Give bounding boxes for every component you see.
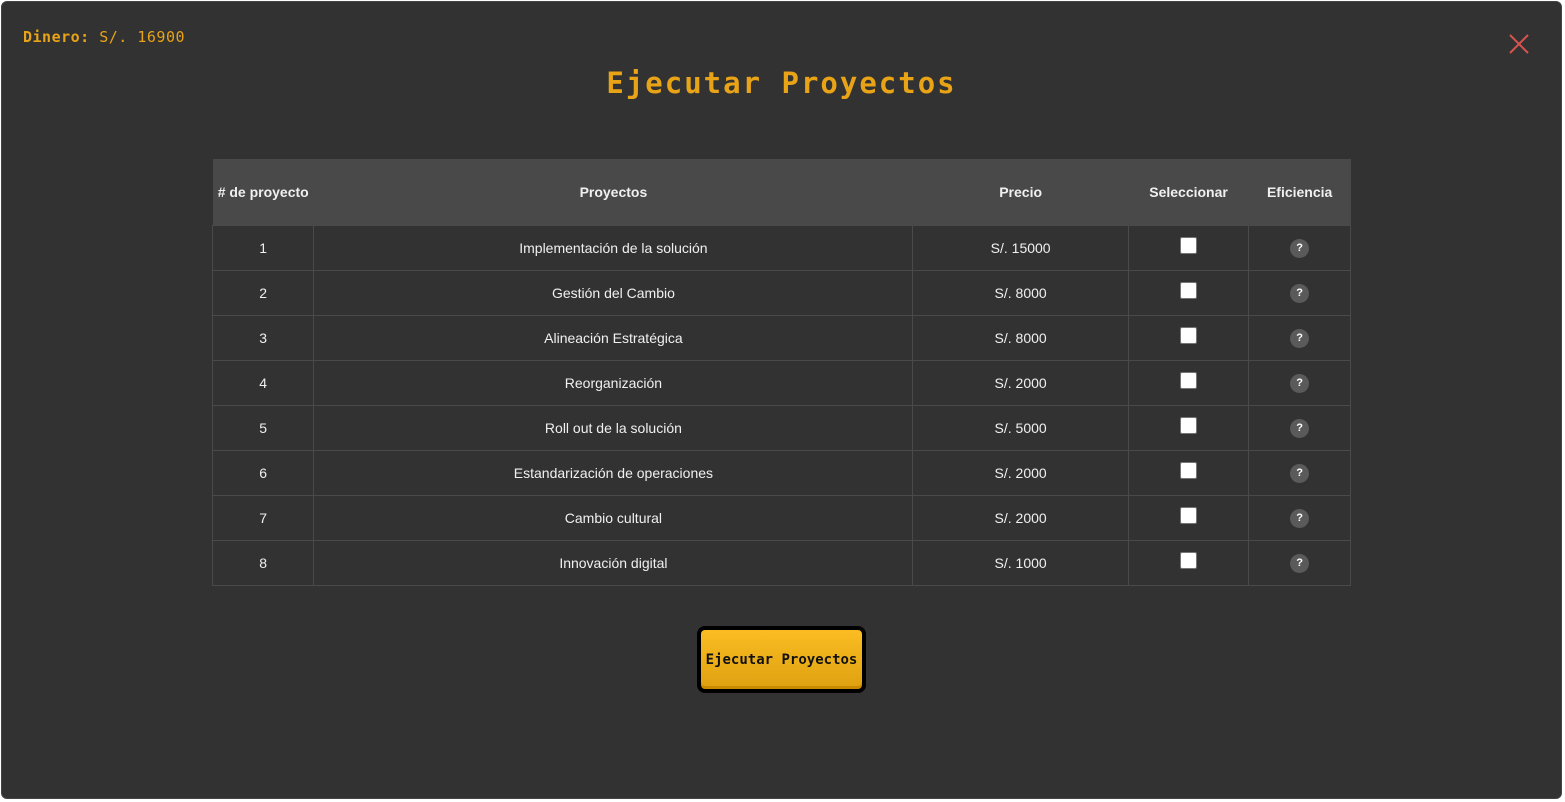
select-checkbox[interactable] [1180,416,1198,434]
header-efficiency: Eficiencia [1248,159,1351,226]
project-price: S/. 2000 [912,495,1129,541]
project-name: Estandarización de operaciones [313,450,914,496]
project-price: S/. 5000 [912,405,1129,451]
efficiency-cell: ? [1248,495,1351,541]
efficiency-cell: ? [1248,540,1351,586]
efficiency-cell: ? [1248,450,1351,496]
efficiency-cell: ? [1248,405,1351,451]
header-project-number: # de proyecto [212,159,314,226]
header-projects: Proyectos [313,159,913,226]
question-icon[interactable]: ? [1290,463,1310,483]
project-number: 8 [211,540,315,586]
select-checkbox[interactable] [1180,506,1198,524]
efficiency-cell: ? [1248,225,1351,271]
table-row: 5 Roll out de la solución S/. 5000 ? [211,405,1351,451]
table-row: 1 Implementación de la solución S/. 1500… [211,225,1351,271]
select-cell [1127,225,1250,271]
table-row: 6 Estandarización de operaciones S/. 200… [211,450,1351,496]
question-icon[interactable]: ? [1290,328,1310,348]
project-name: Implementación de la solución [313,225,914,271]
efficiency-cell: ? [1248,360,1351,406]
question-icon[interactable]: ? [1290,418,1310,438]
header-price: Precio [912,159,1129,226]
project-name: Innovación digital [313,540,914,586]
project-price: S/. 8000 [912,270,1129,316]
project-number: 7 [211,495,315,541]
money-value: S/. 16900 [99,28,186,46]
efficiency-cell: ? [1248,315,1351,361]
select-checkbox[interactable] [1180,281,1198,299]
money-label: Dinero: [23,28,90,46]
project-price: S/. 2000 [912,360,1129,406]
question-icon[interactable]: ? [1290,553,1310,573]
table-row: 2 Gestión del Cambio S/. 8000 ? [211,270,1351,316]
table-header-row: # de proyecto Proyectos Precio Seleccion… [212,159,1351,226]
project-price: S/. 2000 [912,450,1129,496]
select-checkbox[interactable] [1180,371,1198,389]
close-icon [1509,34,1529,54]
money-display: Dinero: S/. 16900 [23,28,185,46]
header-select: Seleccionar [1128,159,1249,226]
project-number: 5 [211,405,315,451]
project-name: Roll out de la solución [313,405,914,451]
select-cell [1127,315,1250,361]
project-name: Alineación Estratégica [313,315,914,361]
project-price: S/. 15000 [912,225,1129,271]
project-number: 2 [211,270,315,316]
select-cell [1127,450,1250,496]
dialog-title: Ejecutar Proyectos [606,66,957,100]
question-icon[interactable]: ? [1290,508,1310,528]
question-icon[interactable]: ? [1290,373,1310,393]
project-number: 3 [211,315,315,361]
select-cell [1127,495,1250,541]
question-icon[interactable]: ? [1290,238,1310,258]
efficiency-cell: ? [1248,270,1351,316]
project-name: Cambio cultural [313,495,914,541]
select-checkbox[interactable] [1180,551,1198,569]
project-number: 6 [211,450,315,496]
project-name: Reorganización [313,360,914,406]
select-checkbox[interactable] [1180,461,1198,479]
select-cell [1127,360,1250,406]
table-row: 8 Innovación digital S/. 1000 ? [211,540,1351,586]
table-row: 7 Cambio cultural S/. 2000 ? [211,495,1351,541]
project-price: S/. 1000 [912,540,1129,586]
select-checkbox[interactable] [1180,236,1198,254]
project-number: 1 [211,225,315,271]
project-number: 4 [211,360,315,406]
table-row: 4 Reorganización S/. 2000 ? [211,360,1351,406]
execute-projects-button[interactable]: Ejecutar Proyectos [697,626,866,693]
select-cell [1127,405,1250,451]
select-checkbox[interactable] [1180,326,1198,344]
select-cell [1127,540,1250,586]
close-button[interactable] [1508,33,1530,55]
project-name: Gestión del Cambio [313,270,914,316]
projects-table: # de proyecto Proyectos Precio Seleccion… [211,159,1351,586]
project-price: S/. 8000 [912,315,1129,361]
table-row: 3 Alineación Estratégica S/. 8000 ? [211,315,1351,361]
question-icon[interactable]: ? [1290,283,1310,303]
select-cell [1127,270,1250,316]
